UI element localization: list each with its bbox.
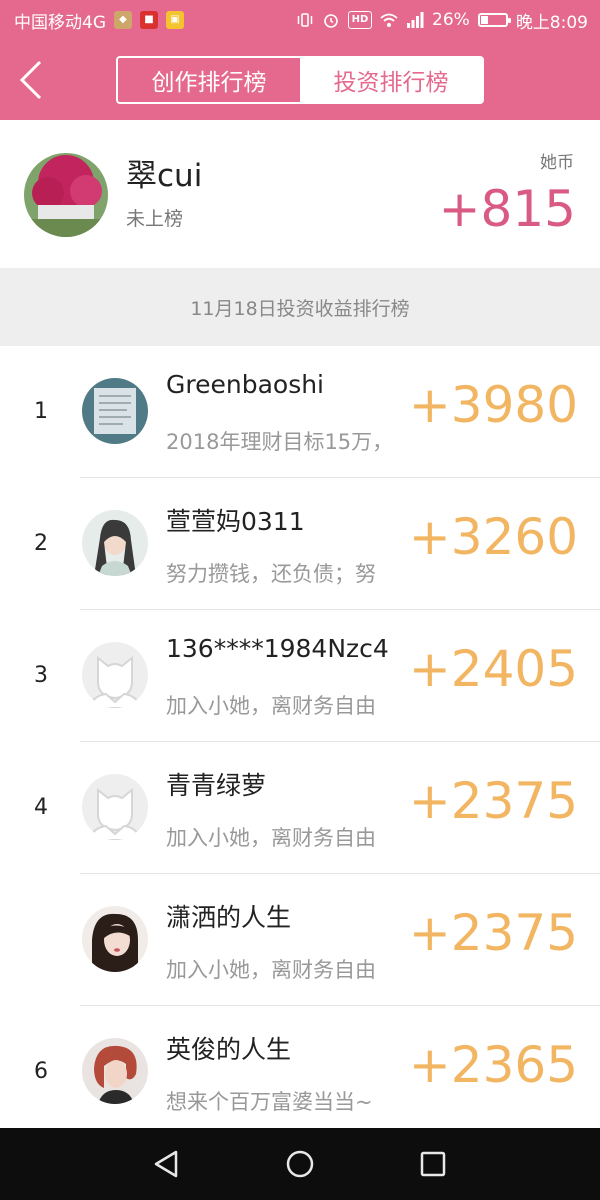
rank-number: 2 xyxy=(34,531,48,556)
tab-creation-ranking[interactable]: 创作排行榜 xyxy=(118,58,300,102)
rank-number: 1 xyxy=(34,399,48,424)
list-item[interactable]: 4 青青绿萝 加入小她，离财务自由 +2375 xyxy=(0,742,600,874)
user-name: 青青绿萝 xyxy=(166,771,267,800)
user-motto: 加入小她，离财务自由 xyxy=(166,958,376,982)
rank-status: 未上榜 xyxy=(126,208,184,230)
navigation-bar xyxy=(0,1128,600,1200)
battery-percent: 26% xyxy=(432,10,470,30)
vibrate-icon xyxy=(297,13,313,27)
nav-back-icon[interactable] xyxy=(146,1144,186,1184)
default-avatar-icon[interactable] xyxy=(82,642,148,708)
default-avatar-icon[interactable] xyxy=(82,774,148,840)
header: 创作排行榜 投资排行榜 xyxy=(0,40,600,120)
user-name: Greenbaoshi xyxy=(166,370,325,399)
avatar[interactable] xyxy=(82,378,148,444)
user-motto: 努力攒钱，还负债；努 xyxy=(166,562,376,586)
rank-number: 3 xyxy=(34,663,48,688)
nav-recents-icon[interactable] xyxy=(413,1144,453,1184)
user-score: +2365 xyxy=(408,1036,578,1094)
list-item[interactable]: 3 136****1984Nzc4 加入小她，离财务自由 +2405 xyxy=(0,610,600,742)
ranking-tabs: 创作排行榜 投资排行榜 xyxy=(116,56,484,104)
user-score: +3980 xyxy=(408,376,578,434)
rank-number xyxy=(24,874,58,1006)
battery-icon xyxy=(477,13,511,27)
carrier-label: 中国移动4G xyxy=(14,12,106,33)
user-name: 萱萱妈0311 xyxy=(166,507,305,536)
my-profile-card: 翠cui 未上榜 她币 +815 xyxy=(0,120,600,268)
avatar[interactable] xyxy=(82,1038,148,1104)
list-item[interactable]: 6 英俊的人生 想来个百万富婆当当~ +2365 xyxy=(0,1006,600,1128)
user-name: 英俊的人生 xyxy=(166,1035,292,1064)
list-item[interactable]: 潇洒的人生 加入小她，离财务自由 +2375 xyxy=(0,874,600,1006)
user-score: +2405 xyxy=(408,640,578,698)
user-score: +2375 xyxy=(408,904,578,962)
profile-name: 翠cui xyxy=(126,158,203,194)
status-bar: 中国移动4G ◆ ■ ▣ HD 26% 晚上8:09 xyxy=(0,0,600,40)
wifi-icon xyxy=(380,13,398,27)
user-motto: 2018年理财目标15万， xyxy=(166,430,394,454)
list-item[interactable]: 2 萱萱妈0311 努力攒钱，还负债；努 +3260 xyxy=(0,478,600,610)
news-app-icon: ■ xyxy=(140,11,158,29)
nav-home-icon[interactable] xyxy=(280,1144,320,1184)
user-name: 潇洒的人生 xyxy=(166,903,292,932)
user-score: +2375 xyxy=(408,772,578,830)
app-icon: ▣ xyxy=(166,11,184,29)
avatar[interactable] xyxy=(82,510,148,576)
tab-investment-ranking[interactable]: 投资排行榜 xyxy=(300,58,482,102)
hd-icon: HD xyxy=(348,11,373,29)
user-motto: 加入小她，离财务自由 xyxy=(166,694,376,718)
back-icon[interactable] xyxy=(14,58,50,102)
user-motto: 想来个百万富婆当当~ xyxy=(166,1090,373,1114)
user-name: 136****1984Nzc4 xyxy=(166,634,389,663)
user-motto: 加入小她，离财务自由 xyxy=(166,826,376,850)
avatar[interactable] xyxy=(82,906,148,972)
list-item[interactable]: 1 Greenbaoshi 2018年理财目标15万， +3980 xyxy=(0,346,600,478)
notification-icon: ◆ xyxy=(114,11,132,29)
rank-number: 6 xyxy=(34,1059,48,1084)
alarm-icon xyxy=(324,14,338,28)
signal-icon xyxy=(407,12,424,28)
coin-label: 她币 xyxy=(540,153,574,173)
clock: 晚上8:09 xyxy=(515,12,588,33)
rank-number: 4 xyxy=(34,795,48,820)
user-score: +3260 xyxy=(408,508,578,566)
profile-score: +815 xyxy=(438,180,576,238)
avatar[interactable] xyxy=(24,153,108,237)
battery-level xyxy=(480,16,488,24)
ranking-list: 1 Greenbaoshi 2018年理财目标15万， +3980 2 萱萱妈0… xyxy=(0,346,600,1128)
section-title: 11月18日投资收益排行榜 xyxy=(0,268,600,346)
